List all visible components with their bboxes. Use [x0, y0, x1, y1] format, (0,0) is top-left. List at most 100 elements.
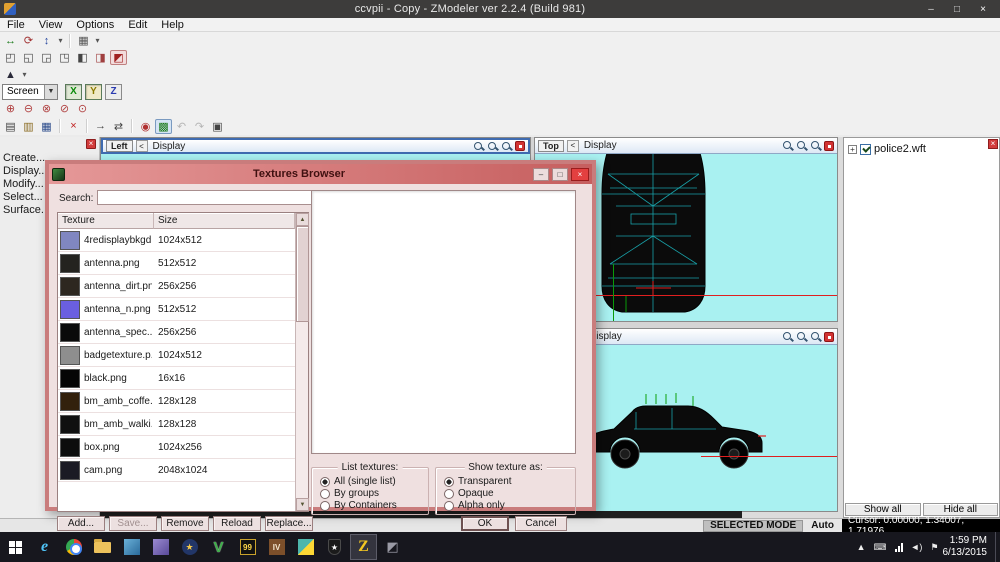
maximize-viewport-icon[interactable] [824, 332, 834, 342]
menu-view[interactable]: View [32, 18, 70, 31]
clock[interactable]: 1:59 PM 6/13/2015 [943, 535, 988, 559]
radio-opaque[interactable]: Opaque [444, 488, 575, 499]
radio-by-containers[interactable]: By Containers [320, 500, 428, 511]
taskbar-iv-app-icon[interactable]: IV [263, 534, 290, 560]
mirror-tool-icon[interactable]: ⊗ [38, 101, 55, 116]
vertex-mode-icon[interactable]: ◰ [2, 50, 19, 65]
radio-icon[interactable] [320, 501, 330, 511]
taskbar-gallery-icon[interactable] [147, 534, 174, 560]
zoom-icon[interactable] [782, 140, 793, 151]
screen-space-dropdown[interactable]: Screen ▼ [2, 84, 58, 100]
show-desktop-button[interactable] [995, 532, 1000, 562]
maximize-viewport-icon[interactable] [824, 141, 834, 151]
undo-icon[interactable]: ↶ [173, 119, 190, 134]
export-icon[interactable]: ⇄ [110, 119, 127, 134]
zoom-extents-icon[interactable] [810, 331, 821, 342]
axis-x-button[interactable]: X [65, 84, 82, 100]
scale-tool-icon[interactable]: ↕ [38, 33, 55, 48]
maximize-button[interactable]: □ [944, 1, 970, 17]
ok-button[interactable]: OK [461, 516, 509, 531]
viewport-back-button[interactable]: < [567, 140, 579, 152]
add-button[interactable]: Add... [57, 516, 105, 531]
search-input[interactable] [97, 190, 314, 205]
viewport-mode-dropdown[interactable]: Display [151, 141, 186, 152]
table-row[interactable]: antenna_n.png 512x512 [58, 298, 295, 321]
table-row[interactable]: cam.png 2048x1024 [58, 459, 295, 482]
taskbar-99-app-icon[interactable]: 99 [234, 534, 261, 560]
close-button[interactable]: × [970, 1, 996, 17]
radio-all-single-list[interactable]: All (single list) [320, 476, 428, 487]
dropdown-arrow-icon[interactable]: ▾ [20, 67, 29, 82]
table-row[interactable]: antenna_dirt.png 256x256 [58, 275, 295, 298]
reload-button[interactable]: Reload [213, 516, 261, 531]
primitive-tool-icon[interactable]: ▲ [2, 67, 19, 82]
radio-icon[interactable] [444, 501, 454, 511]
viewport-mode-dropdown[interactable]: Display [582, 140, 617, 151]
move-tool-icon[interactable]: ↔ [2, 33, 19, 48]
taskbar-explorer-icon[interactable] [89, 534, 116, 560]
replace-button[interactable]: Replace... [265, 516, 313, 531]
table-row[interactable]: antenna.png 512x512 [58, 252, 295, 275]
zoom-region-icon[interactable] [796, 331, 807, 342]
visibility-checkbox[interactable] [860, 144, 871, 155]
remove-button[interactable]: Remove [161, 516, 209, 531]
radio-transparent[interactable]: Transparent [444, 476, 575, 487]
extrude-tool-icon[interactable]: ⊙ [74, 101, 91, 116]
weld-tool-icon[interactable]: ⊕ [2, 101, 19, 116]
table-row[interactable]: bm_amb_walki... 128x128 [58, 413, 295, 436]
volume-icon[interactable]: ◄) [911, 542, 923, 552]
polygon-mode-icon[interactable]: ◳ [56, 50, 73, 65]
tree-item-police2[interactable]: + police2.wft [844, 138, 999, 155]
import-icon[interactable]: → [92, 119, 109, 134]
viewport-name-button[interactable]: Left [106, 140, 133, 152]
action-center-flag-icon[interactable]: ⚑ [930, 542, 938, 553]
taskbar-photos-icon[interactable] [118, 534, 145, 560]
axis-z-button[interactable]: Z [105, 84, 122, 100]
panel-close-icon[interactable]: × [86, 139, 96, 149]
taskbar-shield-icon[interactable]: ★ [321, 534, 348, 560]
radio-icon[interactable] [444, 477, 454, 487]
menu-help[interactable]: Help [154, 18, 191, 31]
zoom-extents-icon[interactable] [501, 141, 512, 152]
radio-icon[interactable] [444, 489, 454, 499]
scroll-down-icon[interactable]: ▼ [296, 498, 309, 511]
cancel-button[interactable]: Cancel [515, 516, 567, 531]
new-file-icon[interactable]: ▤ [2, 119, 19, 134]
grid-snap-icon[interactable]: ▦ [75, 33, 92, 48]
taskbar-zmodeler-icon[interactable]: Z [350, 534, 377, 560]
save-button[interactable]: Save... [109, 516, 157, 531]
dropdown-arrow-icon[interactable]: ▾ [56, 33, 65, 48]
edge-mode-icon[interactable]: ◱ [20, 50, 37, 65]
column-size[interactable]: Size [154, 213, 295, 229]
texture-preview-area[interactable] [311, 190, 576, 454]
taskbar-v-app-icon[interactable]: V [205, 534, 232, 560]
table-row[interactable]: bm_amb_coffe... 128x128 [58, 390, 295, 413]
viewport-name-button[interactable]: Top [538, 140, 564, 152]
open-file-icon[interactable]: ▥ [20, 119, 37, 134]
minimize-button[interactable]: – [918, 1, 944, 17]
viewport-back-button[interactable]: < [136, 140, 148, 152]
axis-y-button[interactable]: Y [85, 84, 102, 100]
zoom-icon[interactable] [473, 141, 484, 152]
save-file-icon[interactable]: ▦ [38, 119, 55, 134]
table-row[interactable]: black.png 16x16 [58, 367, 295, 390]
menu-options[interactable]: Options [69, 18, 121, 31]
surface-mode-icon[interactable]: ◧ [74, 50, 91, 65]
hidden-icons-chevron[interactable]: ▲ [857, 542, 866, 552]
face-mode-icon[interactable]: ◲ [38, 50, 55, 65]
zoom-region-icon[interactable] [796, 140, 807, 151]
maximize-viewport-icon[interactable] [515, 141, 525, 151]
menu-file[interactable]: File [0, 18, 32, 31]
start-button[interactable] [2, 534, 29, 560]
object-mode-icon[interactable]: ◨ [92, 50, 109, 65]
redo-icon[interactable]: ↷ [191, 119, 208, 134]
zoom-region-icon[interactable] [487, 141, 498, 152]
radio-icon[interactable] [320, 489, 330, 499]
panel-close-icon[interactable]: × [988, 139, 998, 149]
network-icon[interactable] [895, 543, 903, 552]
table-row[interactable]: badgetexture.p... 1024x512 [58, 344, 295, 367]
taskbar-badge-icon[interactable]: ★ [176, 534, 203, 560]
zoom-extents-icon[interactable] [810, 140, 821, 151]
textures-browser-icon[interactable]: ▩ [155, 119, 172, 134]
dialog-minimize-button[interactable]: – [533, 168, 549, 181]
